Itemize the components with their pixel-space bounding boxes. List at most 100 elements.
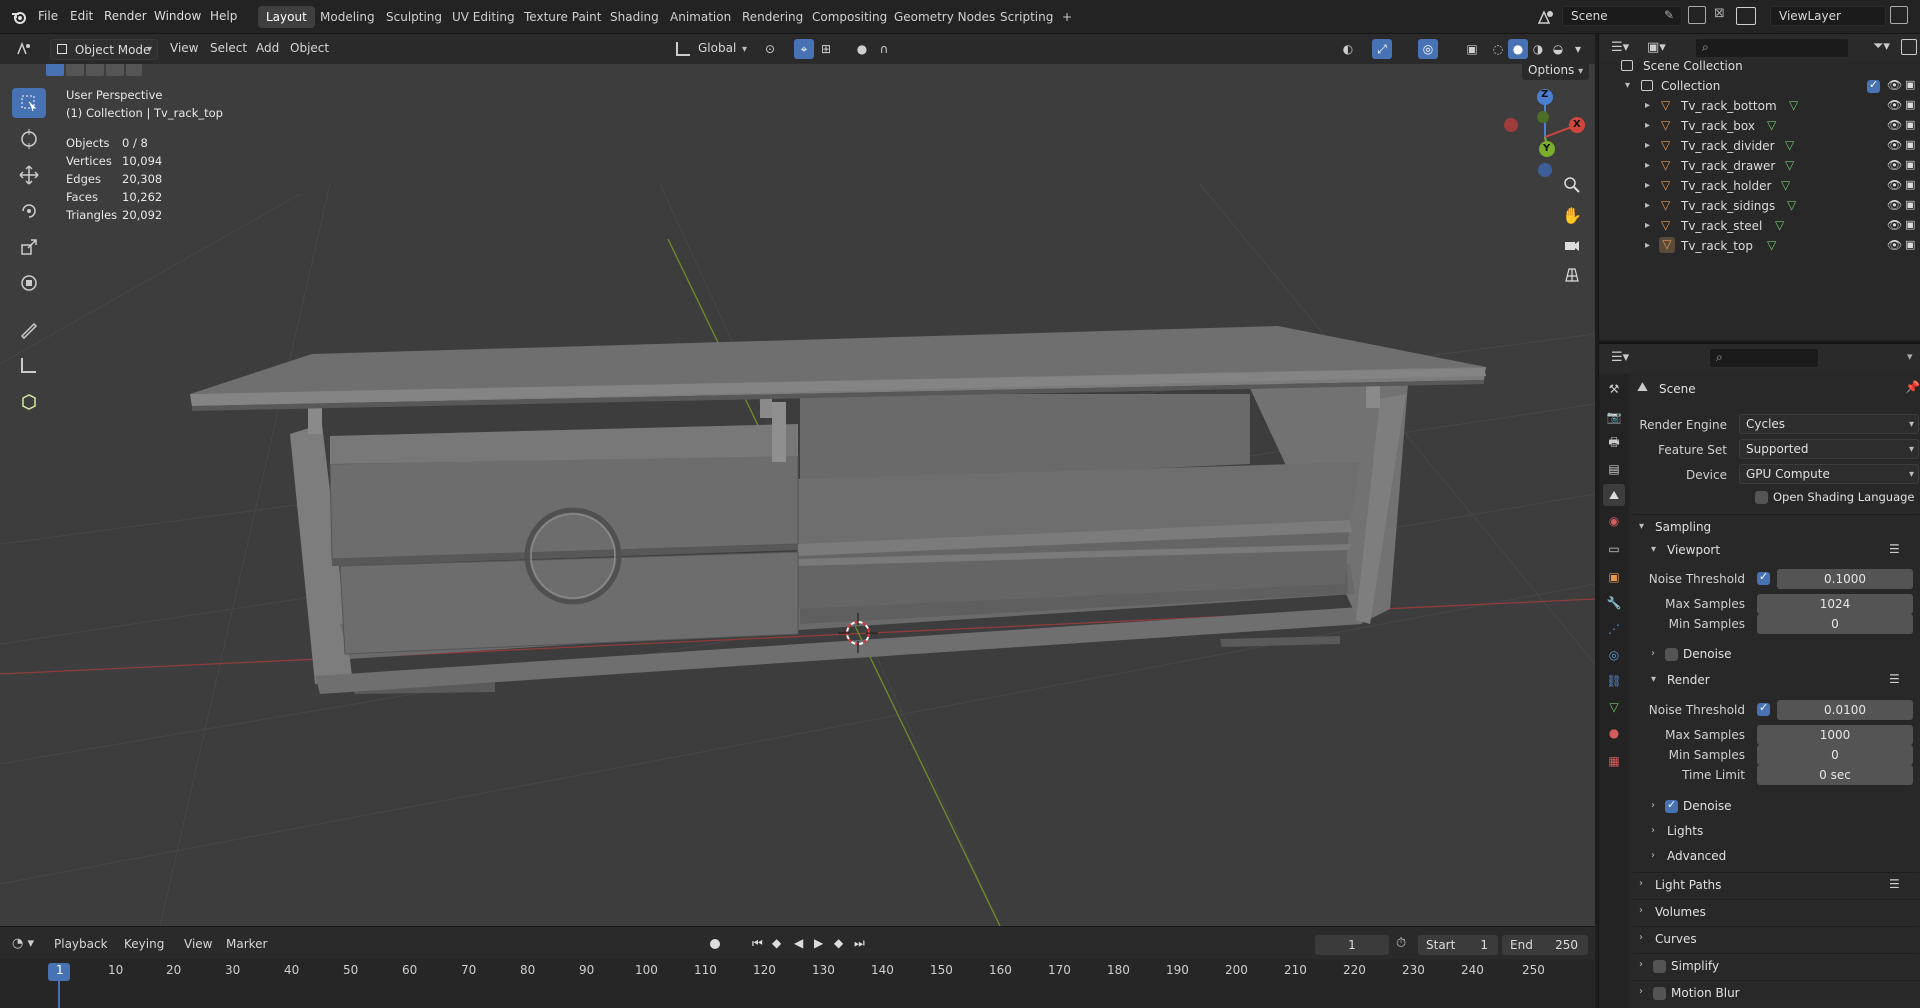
select-invert-icon[interactable] [106, 64, 124, 76]
device-dropdown[interactable]: GPU Compute ▾ [1739, 464, 1919, 484]
move-tool[interactable] [12, 160, 46, 190]
eye-icon[interactable]: 👁 [1887, 238, 1902, 252]
select-extend-icon[interactable] [66, 64, 84, 76]
render-camera-icon[interactable]: ▣ [1905, 138, 1915, 151]
expand-arrow-icon[interactable]: ▸ [1645, 140, 1650, 151]
vp-min-samples-field[interactable]: 0 [1757, 614, 1913, 634]
scene-selector-icon[interactable] [1536, 8, 1558, 26]
vp-denoise-checkbox[interactable] [1665, 648, 1678, 661]
outliner-object-row[interactable]: ▸ ▽ Tv_rack_drawer ▽ 👁 ▣ [1599, 156, 1920, 176]
render-engine-dropdown[interactable]: Cycles ▾ [1739, 414, 1919, 434]
eye-icon[interactable]: 👁 [1887, 198, 1902, 212]
expand-arrow-icon[interactable]: ▸ [1645, 200, 1650, 211]
auto-keying-icon[interactable] [710, 939, 720, 949]
osl-checkbox[interactable] [1755, 491, 1768, 504]
list-menu-icon[interactable]: ☰ [1889, 672, 1900, 686]
add-cube-tool[interactable] [12, 386, 46, 416]
blender-logo-icon[interactable] [10, 8, 28, 26]
tab-uv-editing[interactable]: UV Editing [444, 6, 523, 28]
tab-render-icon[interactable]: 📷 [1603, 406, 1625, 428]
play-reverse-icon[interactable]: ◀ [794, 936, 803, 950]
menu-marker[interactable]: Marker [226, 937, 267, 951]
sampling-panel-header[interactable]: ▾ Sampling [1633, 514, 1919, 538]
jump-start-icon[interactable]: ⏮ [752, 936, 763, 951]
outliner-object-row[interactable]: ▸ ▽ Tv_rack_holder ▽ 👁 ▣ [1599, 176, 1920, 196]
vp-noise-threshold-field[interactable]: 0.1000 [1777, 569, 1913, 589]
tab-constraints-icon[interactable]: ⛓ [1603, 670, 1625, 692]
tab-tool-icon[interactable]: ⚒ [1603, 378, 1625, 400]
r-min-samples-field[interactable]: 0 [1757, 745, 1913, 765]
camera-view-icon[interactable] [1558, 231, 1586, 259]
menu-file[interactable]: File [38, 9, 58, 23]
jump-keyframe-back-icon[interactable]: ◆ [772, 936, 781, 950]
snap-toggle-icon[interactable]: ⌖ [794, 39, 814, 59]
zoom-icon[interactable] [1558, 171, 1586, 199]
render-camera-icon[interactable]: ▣ [1905, 78, 1915, 91]
r-noise-threshold-field[interactable]: 0.0100 [1777, 700, 1913, 720]
properties-editor-type-icon[interactable]: ☰▾ [1611, 350, 1629, 365]
r-time-limit-field[interactable]: 0 sec [1757, 765, 1913, 785]
menu-view[interactable]: View [184, 937, 212, 951]
menu-help[interactable]: Help [210, 9, 237, 23]
filter-icon[interactable]: ⏷▾ [1873, 39, 1890, 54]
end-frame-field[interactable]: End 250 [1502, 935, 1588, 955]
transform-orientation-dropdown[interactable]: Global [698, 41, 736, 55]
tv-rack-model[interactable] [190, 326, 1486, 694]
properties-search-input[interactable]: ⌕ [1709, 348, 1819, 368]
eye-icon[interactable]: 👁 [1887, 218, 1902, 232]
feature-set-dropdown[interactable]: Supported ▾ [1739, 439, 1919, 459]
vp-max-samples-field[interactable]: 1024 [1757, 594, 1913, 614]
render-camera-icon[interactable]: ▣ [1905, 218, 1915, 231]
tab-geometry-nodes[interactable]: Geometry Nodes [886, 6, 1003, 28]
outliner-object-row[interactable]: ▸ ▽ Tv_rack_box ▽ 👁 ▣ [1599, 116, 1920, 136]
pan-hand-icon[interactable]: ✋ [1558, 201, 1586, 229]
mode-dropdown[interactable]: Object Mode ▾ [50, 39, 158, 60]
tab-scripting[interactable]: Scripting [992, 6, 1061, 28]
mesh-data-icon[interactable]: ▽ [1781, 178, 1790, 192]
select-subtract-icon[interactable] [86, 64, 104, 76]
motion-blur-panel-header[interactable]: › Motion Blur [1633, 980, 1919, 1004]
outliner-object-row-active[interactable]: ▸ ▽ Tv_rack_top ▽ 👁 ▣ [1599, 236, 1920, 256]
render-camera-icon[interactable]: ▣ [1905, 158, 1915, 171]
solid-shading-icon[interactable]: ● [1508, 39, 1528, 59]
measure-tool[interactable] [12, 350, 46, 380]
outliner-search-input[interactable]: ⌕ [1695, 38, 1849, 58]
mesh-data-icon[interactable]: ▽ [1767, 118, 1776, 132]
eye-icon[interactable]: 👁 [1887, 98, 1902, 112]
expand-arrow-icon[interactable]: ▸ [1645, 240, 1650, 251]
chevron-down-icon[interactable]: ▾ [1907, 350, 1913, 363]
new-scene-icon[interactable] [1688, 6, 1706, 24]
jump-keyframe-forward-icon[interactable]: ◆ [834, 936, 843, 950]
outliner-object-row[interactable]: ▸ ▽ Tv_rack_divider ▽ 👁 ▣ [1599, 136, 1920, 156]
simplify-checkbox[interactable] [1653, 960, 1666, 973]
expand-arrow-icon[interactable]: ▸ [1645, 120, 1650, 131]
mesh-data-icon[interactable]: ▽ [1767, 238, 1776, 252]
expand-arrow-icon[interactable]: ▸ [1645, 100, 1650, 111]
select-new-icon[interactable] [46, 64, 64, 76]
list-menu-icon[interactable]: ☰ [1889, 877, 1900, 891]
3d-viewport[interactable]: Z X Y User Perspective (1) Collection | … [0, 64, 1595, 926]
navigation-gizmo[interactable] [1504, 89, 1585, 177]
menu-view[interactable]: View [170, 41, 198, 55]
lights-subpanel-header[interactable]: › Lights [1647, 821, 1919, 843]
render-camera-icon[interactable]: ▣ [1905, 238, 1915, 251]
select-intersect-icon[interactable] [126, 64, 142, 76]
transform-tool[interactable] [12, 268, 46, 298]
tab-texture-icon[interactable]: ▦ [1603, 750, 1625, 772]
outliner-object-row[interactable]: ▸ ▽ Tv_rack_steel ▽ 👁 ▣ [1599, 216, 1920, 236]
view-layer-field[interactable]: ViewLayer [1770, 6, 1886, 26]
tab-scene-icon[interactable]: ⛰ [1603, 484, 1625, 506]
new-collection-icon[interactable] [1901, 39, 1917, 55]
tab-sculpting[interactable]: Sculpting [378, 6, 450, 28]
mesh-data-icon[interactable]: ▽ [1789, 98, 1798, 112]
xray-toggle-icon[interactable]: ▣ [1462, 39, 1482, 59]
cursor-tool[interactable] [12, 124, 46, 154]
outliner-object-row[interactable]: ▸ ▽ Tv_rack_sidings ▽ 👁 ▣ [1599, 196, 1920, 216]
current-frame-field[interactable]: 1 [1315, 935, 1389, 955]
r-denoise-checkbox[interactable] [1665, 798, 1678, 813]
preview-range-icon[interactable]: ⏱ [1396, 936, 1406, 951]
curves-panel-header[interactable]: › Curves [1633, 926, 1919, 950]
render-camera-icon[interactable]: ▣ [1905, 118, 1915, 131]
start-frame-field[interactable]: Start 1 [1418, 935, 1498, 955]
new-view-layer-icon[interactable] [1890, 6, 1908, 24]
